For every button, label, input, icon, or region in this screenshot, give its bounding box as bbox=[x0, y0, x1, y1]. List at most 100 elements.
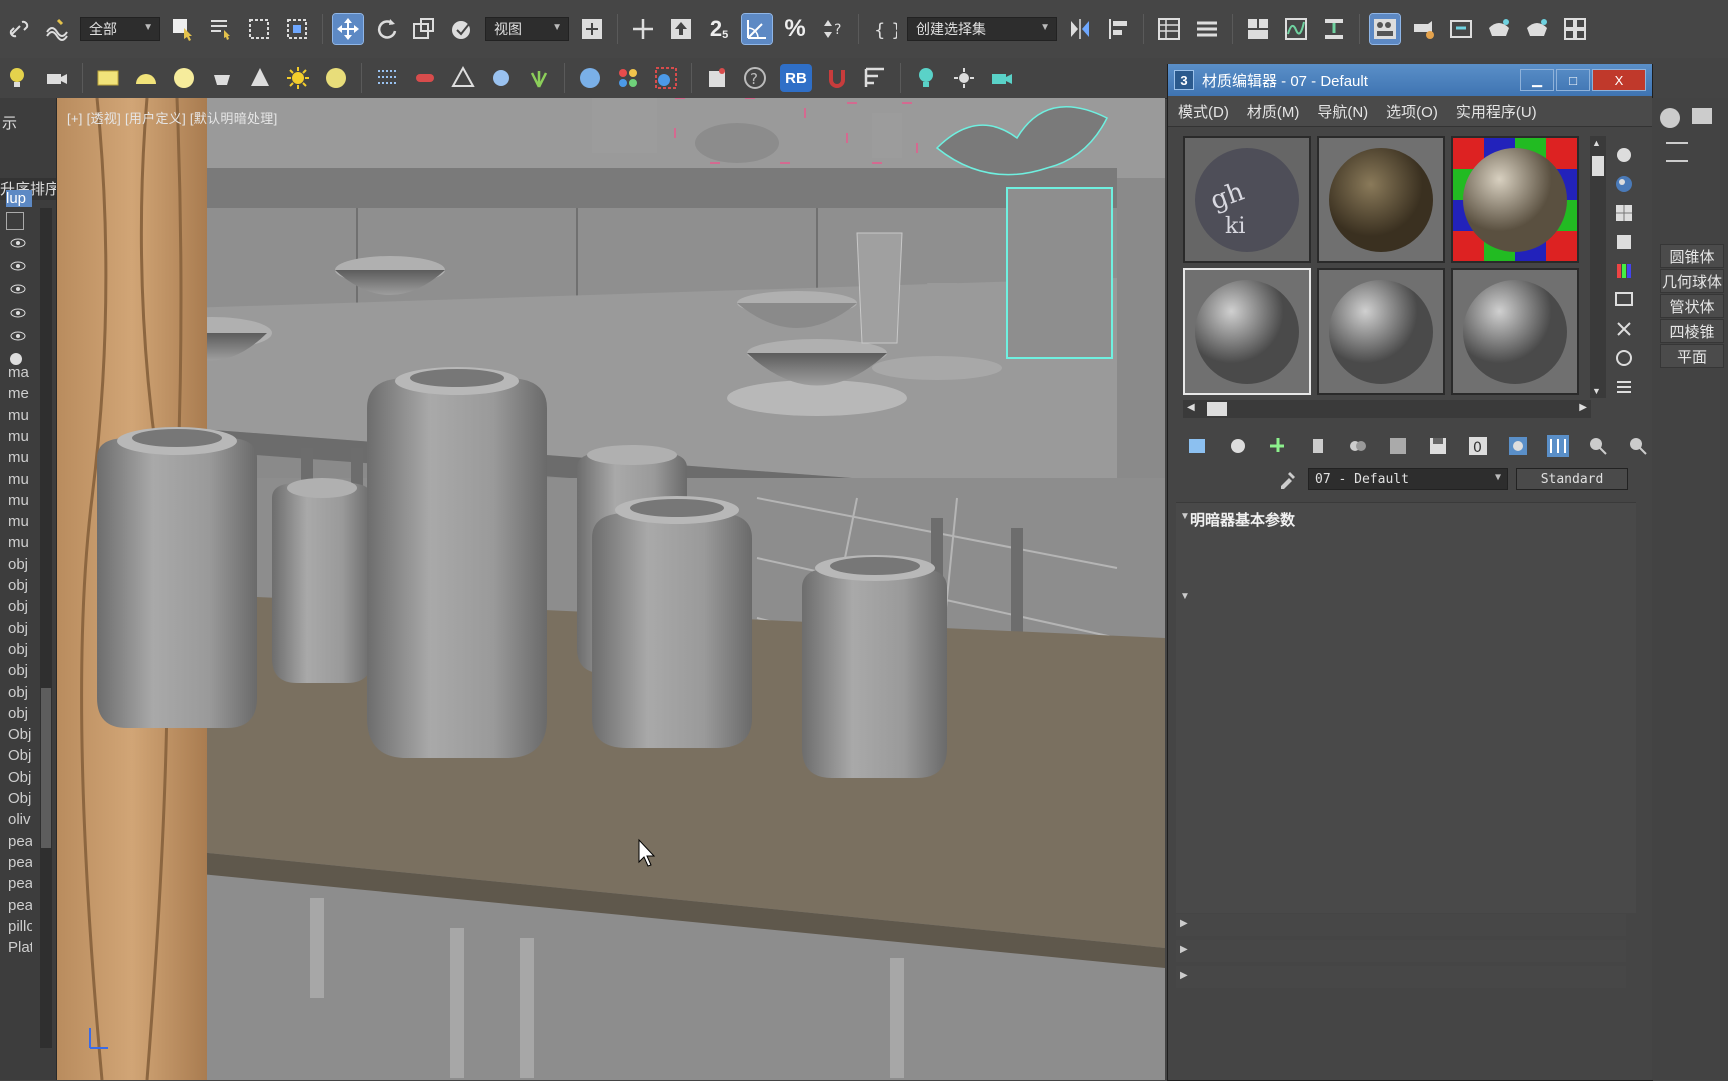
eye-icon[interactable] bbox=[10, 308, 26, 318]
eye-icon[interactable] bbox=[10, 331, 26, 341]
menu-modes[interactable]: 模式(D) bbox=[1178, 101, 1229, 122]
render-element-icon[interactable] bbox=[651, 63, 681, 93]
schematic-view-icon[interactable] bbox=[1319, 14, 1349, 44]
scene-object-item[interactable]: pea bbox=[8, 897, 32, 914]
scroll-up-icon[interactable]: ▲ bbox=[1592, 138, 1601, 148]
menu-options[interactable]: 选项(O) bbox=[1386, 101, 1438, 122]
percent-snap-icon[interactable]: % bbox=[780, 14, 810, 44]
slots-horizontal-scrollbar[interactable]: ◀ ▶ bbox=[1183, 400, 1591, 418]
show-shaded-material-icon[interactable] bbox=[1507, 435, 1529, 457]
material-slot-4[interactable] bbox=[1183, 268, 1311, 395]
scrollbar-thumb[interactable] bbox=[41, 688, 51, 848]
scene-object-item[interactable]: ma bbox=[8, 364, 32, 381]
scene-explorer-icon[interactable] bbox=[1154, 14, 1184, 44]
align-icon[interactable] bbox=[1103, 14, 1133, 44]
perspective-viewport[interactable]: [+] [透视] [用户定义] [默认明暗处理] bbox=[57, 98, 1165, 1080]
collapsed-rollout[interactable]: ▶ bbox=[1176, 966, 1626, 988]
keyboard-shortcut-icon[interactable] bbox=[666, 14, 696, 44]
select-by-material-icon[interactable] bbox=[1614, 348, 1634, 368]
scene-object-item[interactable]: obj bbox=[8, 662, 32, 679]
scene-object-item[interactable]: Obj bbox=[8, 769, 32, 786]
material-type-button[interactable]: Standard bbox=[1516, 468, 1628, 490]
create-geometry-icon[interactable] bbox=[1660, 108, 1680, 128]
options-icon[interactable] bbox=[1614, 319, 1634, 339]
minimize-button[interactable]: ▁ bbox=[1520, 69, 1554, 91]
material-slot-3[interactable] bbox=[1451, 136, 1579, 263]
scene-object-item[interactable]: mu bbox=[8, 471, 32, 488]
window-crossing-icon[interactable] bbox=[282, 14, 312, 44]
eye-icon[interactable] bbox=[10, 238, 26, 248]
scene-object-item[interactable]: obj bbox=[8, 705, 32, 722]
scene-object-item[interactable]: mu bbox=[8, 534, 32, 551]
material-name-field[interactable]: 07 - Default ▼ bbox=[1308, 468, 1508, 490]
material-editor-icon[interactable] bbox=[1369, 13, 1401, 45]
ribbon-icon[interactable] bbox=[1243, 14, 1273, 44]
video-color-check-icon[interactable] bbox=[1614, 261, 1634, 281]
scene-object-item[interactable]: mu bbox=[8, 513, 32, 530]
render-production-icon[interactable] bbox=[1522, 14, 1552, 44]
capsule-icon[interactable] bbox=[410, 63, 440, 93]
scene-object-item[interactable]: obj bbox=[8, 556, 32, 573]
camera-tool-icon[interactable] bbox=[42, 63, 72, 93]
sun-light-icon[interactable] bbox=[283, 63, 313, 93]
primitive-button[interactable]: 几何球体 bbox=[1660, 269, 1724, 293]
explorer-scrollbar[interactable] bbox=[40, 208, 52, 1048]
move-icon[interactable] bbox=[332, 13, 364, 45]
color-swatches-icon[interactable] bbox=[613, 63, 643, 93]
collapsed-rollout[interactable]: ▶ bbox=[1176, 914, 1626, 936]
rollout-header[interactable]: 明暗器基本参数 bbox=[1190, 509, 1295, 530]
scene-object-item[interactable]: pea bbox=[8, 854, 32, 871]
menu-utilities[interactable]: 实用程序(U) bbox=[1456, 101, 1537, 122]
material-slot-2[interactable] bbox=[1317, 136, 1445, 263]
scroll-left-icon[interactable]: ◀ bbox=[1187, 402, 1195, 413]
menu-navigation[interactable]: 导航(N) bbox=[1317, 101, 1368, 122]
background-icon[interactable] bbox=[1614, 203, 1634, 223]
scrollbar-thumb[interactable] bbox=[1592, 156, 1604, 176]
scene-object-item[interactable]: obj bbox=[8, 641, 32, 658]
frame-tool-icon[interactable] bbox=[860, 63, 890, 93]
scene-object-item[interactable]: mu bbox=[8, 492, 32, 509]
batch-render-icon[interactable] bbox=[702, 63, 732, 93]
material-navigator-icon[interactable] bbox=[1614, 377, 1634, 397]
display-icon[interactable] bbox=[1692, 108, 1712, 124]
scene-object-item[interactable]: me bbox=[8, 385, 32, 402]
get-material-icon[interactable] bbox=[1187, 435, 1209, 457]
layer-explorer-icon[interactable] bbox=[1192, 14, 1222, 44]
scene-object-item[interactable]: obj bbox=[8, 684, 32, 701]
selected-object-item[interactable]: lup bbox=[6, 190, 32, 207]
eye-icon[interactable] bbox=[10, 284, 26, 294]
make-unique-icon[interactable] bbox=[1387, 435, 1409, 457]
scroll-right-icon[interactable]: ▶ bbox=[1579, 402, 1587, 413]
scene-object-item[interactable]: Obj bbox=[8, 747, 32, 764]
scene-object-item[interactable]: oliv bbox=[8, 811, 32, 828]
backlight-icon[interactable] bbox=[1614, 174, 1634, 194]
camera-icon[interactable] bbox=[987, 63, 1017, 93]
scene-object-item[interactable]: mu bbox=[8, 407, 32, 424]
teapot-primitive-icon[interactable] bbox=[207, 63, 237, 93]
use-pivot-icon[interactable] bbox=[577, 14, 607, 44]
sphere-primitive-icon[interactable] bbox=[169, 63, 199, 93]
viewport-layout-icon[interactable] bbox=[1560, 14, 1590, 44]
close-button[interactable]: X bbox=[1592, 69, 1646, 91]
sun-outline-icon[interactable] bbox=[949, 63, 979, 93]
bulb-icon[interactable] bbox=[911, 63, 941, 93]
go-to-parent-icon[interactable] bbox=[1587, 435, 1609, 457]
selection-filter-dropdown[interactable]: 全部 ▼ bbox=[80, 17, 160, 41]
reset-map-icon[interactable] bbox=[1307, 435, 1329, 457]
scene-object-item[interactable]: mu bbox=[8, 428, 32, 445]
spinner-snap-icon[interactable]: ? bbox=[818, 14, 848, 44]
select-object-icon[interactable] bbox=[168, 14, 198, 44]
hemisphere-primitive-icon[interactable] bbox=[131, 63, 161, 93]
assign-to-selection-icon[interactable] bbox=[1267, 435, 1289, 457]
magnet-icon[interactable] bbox=[822, 63, 852, 93]
material-slot-6[interactable] bbox=[1451, 268, 1579, 395]
rotate-icon[interactable] bbox=[371, 14, 401, 44]
place-icon[interactable] bbox=[447, 14, 477, 44]
scene-object-item[interactable]: pea bbox=[8, 875, 32, 892]
primitive-button[interactable]: 管状体 bbox=[1660, 294, 1724, 318]
sample-uv-icon[interactable] bbox=[1614, 232, 1634, 252]
bone-tool-icon[interactable] bbox=[448, 63, 478, 93]
show-end-result-icon[interactable] bbox=[1547, 435, 1569, 457]
make-preview-icon[interactable] bbox=[1614, 290, 1634, 310]
link-icon[interactable] bbox=[4, 14, 34, 44]
